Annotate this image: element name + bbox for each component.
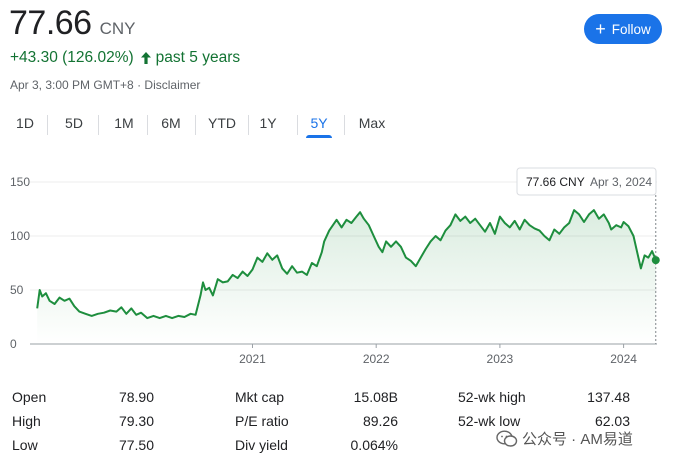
disclaimer-link[interactable]: Disclaimer bbox=[144, 78, 200, 92]
stat-label-div-yield: Div yield bbox=[235, 437, 288, 453]
tab-ytd[interactable]: YTD bbox=[205, 110, 239, 138]
stat-label-open: Open bbox=[12, 389, 47, 405]
x-tick-label: 2021 bbox=[239, 352, 266, 366]
tab-1d[interactable]: 1D bbox=[12, 110, 38, 138]
watermark: 公众号 · AM易道 bbox=[496, 428, 633, 449]
follow-label: Follow bbox=[611, 21, 651, 37]
last-price-marker bbox=[651, 256, 660, 265]
stat-value-div-yield: 0.064% bbox=[350, 437, 398, 453]
tab-5y[interactable]: 5Y bbox=[306, 110, 332, 138]
tab-divider bbox=[297, 115, 298, 135]
watermark-text: 公众号 · AM易道 bbox=[522, 431, 633, 448]
quote-meta: Apr 3, 3:00 PM GMT+8 · Disclaimer bbox=[10, 78, 200, 92]
stat-label-high: High bbox=[12, 413, 41, 429]
quote-timestamp: Apr 3, 3:00 PM GMT+8 bbox=[10, 78, 134, 92]
tab-max[interactable]: Max bbox=[356, 110, 388, 138]
tab-1y[interactable]: 1Y bbox=[257, 110, 279, 138]
wechat-icon bbox=[496, 429, 518, 447]
stat-label-pe-ratio: P/E ratio bbox=[235, 413, 289, 429]
y-tick-label: 0 bbox=[10, 337, 17, 351]
x-tick-label: 2022 bbox=[363, 352, 390, 366]
tab-divider bbox=[98, 115, 99, 135]
x-tick-label: 2023 bbox=[487, 352, 514, 366]
stat-value-pe-ratio: 89.26 bbox=[362, 413, 398, 429]
tab-1m[interactable]: 1M bbox=[110, 110, 138, 138]
stat-value-open: 78.90 bbox=[118, 389, 154, 405]
arrow-up-icon bbox=[140, 52, 151, 64]
tab-divider bbox=[147, 115, 148, 135]
stat-value-52wk-high: 137.48 bbox=[587, 389, 630, 405]
tab-divider bbox=[344, 115, 345, 135]
y-tick-label: 50 bbox=[10, 283, 24, 297]
stat-value-low: 77.50 bbox=[118, 437, 154, 453]
y-tick-label: 100 bbox=[10, 229, 30, 243]
stat-label-mkt-cap: Mkt cap bbox=[235, 389, 285, 405]
price-tooltip: 77.66 CNY Apr 3, 2024 bbox=[516, 167, 657, 196]
tooltip-date: Apr 3, 2024 bbox=[590, 175, 652, 189]
y-tick-label: 150 bbox=[10, 175, 30, 189]
stat-label-52wk-high: 52-wk high bbox=[458, 389, 526, 405]
meta-separator: · bbox=[137, 78, 142, 92]
tab-5d[interactable]: 5D bbox=[60, 110, 88, 138]
tab-6m[interactable]: 6M bbox=[157, 110, 185, 138]
stat-value-mkt-cap: 15.08B bbox=[353, 389, 398, 405]
price-chart[interactable]: 0 50 100 150 2021 2022 2023 2024 77.66 CNY Apr… bbox=[0, 160, 686, 380]
tooltip-value: 77.66 CNY bbox=[526, 175, 585, 189]
current-price: 77.66 bbox=[9, 4, 92, 42]
plus-icon: + bbox=[595, 19, 606, 39]
tab-divider bbox=[47, 115, 48, 135]
price-row: 77.66 CNY bbox=[9, 4, 136, 43]
price-change-row: +43.30 (126.02%) past 5 years bbox=[10, 49, 240, 67]
follow-button[interactable]: + Follow bbox=[584, 14, 662, 44]
change-period: past 5 years bbox=[155, 49, 241, 66]
stat-label-low: Low bbox=[12, 437, 38, 453]
currency-code: CNY bbox=[99, 19, 136, 38]
x-tick-label: 2024 bbox=[610, 352, 637, 366]
price-change: +43.30 (126.02%) bbox=[10, 49, 134, 66]
tab-divider bbox=[248, 115, 249, 135]
stat-value-high: 79.30 bbox=[118, 413, 154, 429]
tab-divider bbox=[195, 115, 196, 135]
stat-label-52wk-low: 52-wk low bbox=[458, 413, 521, 429]
stat-value-52wk-low: 62.03 bbox=[594, 413, 630, 429]
